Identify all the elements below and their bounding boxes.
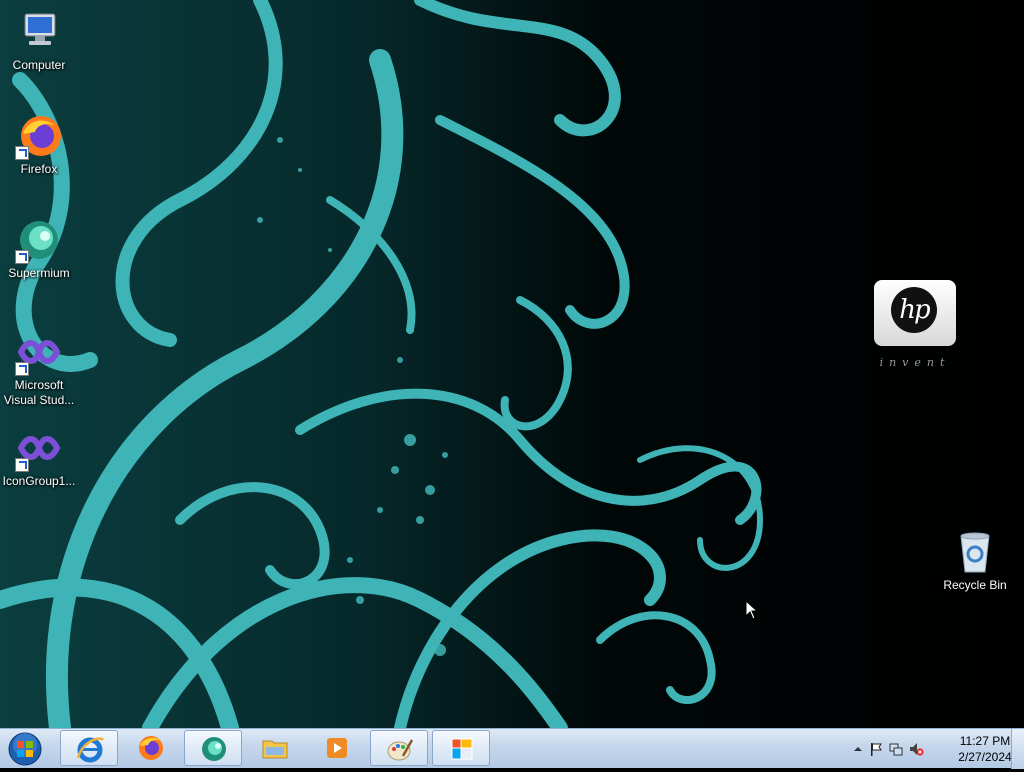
desktop-icon-label-line2: Visual Stud...	[3, 393, 75, 407]
desktop-icon-label: Recycle Bin	[943, 578, 1007, 592]
computer-icon	[15, 8, 63, 56]
supermium-icon	[15, 216, 63, 264]
desktop-icon-firefox[interactable]: Firefox	[1, 112, 77, 177]
desktop-icon-label: Firefox	[20, 162, 58, 176]
folder-icon	[262, 740, 288, 759]
shortcut-arrow-icon	[15, 146, 29, 160]
start-button[interactable]	[4, 731, 46, 767]
paint-icon	[387, 739, 414, 761]
visual-studio-icon	[15, 424, 63, 472]
desktop-icon-label: IconGroup1...	[2, 474, 76, 488]
media-player-icon	[327, 738, 347, 758]
windows-start-orb-icon	[8, 732, 42, 766]
desktop-icon-label-line1: Microsoft	[14, 378, 64, 392]
firefox-icon	[139, 736, 163, 760]
system-tray: 11:27 PM 2/27/2024	[834, 729, 1024, 769]
desktop-icon-icongroup[interactable]: IconGroup1...	[1, 424, 77, 489]
network-icon[interactable]	[888, 741, 904, 757]
shortcut-arrow-icon	[15, 458, 29, 472]
visual-studio-icon	[15, 328, 63, 376]
control-panel-icon	[451, 738, 473, 760]
taskbar-file-explorer[interactable]	[246, 730, 304, 766]
desktop-icon-supermium[interactable]: Supermium	[1, 216, 77, 281]
desktop-icon-recycle-bin[interactable]: Recycle Bin	[937, 528, 1013, 593]
desktop-icon-label: Supermium	[8, 266, 70, 280]
hp-invent-logo: hp invent	[872, 280, 958, 369]
shortcut-arrow-icon	[15, 362, 29, 376]
shortcut-arrow-icon	[15, 250, 29, 264]
taskbar-media-player[interactable]	[308, 730, 366, 766]
internet-explorer-icon	[76, 737, 105, 763]
taskbar-firefox[interactable]	[122, 730, 180, 766]
taskbar-internet-explorer[interactable]	[60, 730, 118, 766]
taskbar-control-panel[interactable]	[432, 730, 490, 766]
clock-date: 2/27/2024	[958, 750, 1012, 764]
clock-time: 11:27 PM	[959, 734, 1011, 748]
show-hidden-icons-arrow[interactable]	[850, 741, 866, 757]
taskbar-clock[interactable]: 11:27 PM 2/27/2024	[952, 733, 1018, 765]
firefox-icon	[15, 112, 63, 160]
desktop-wallpaper	[0, 0, 1024, 728]
taskbar-paint[interactable]	[370, 730, 428, 766]
desktop-icon-label: Computer	[12, 58, 66, 72]
taskbar-supermium[interactable]	[184, 730, 242, 766]
hp-logo-tagline: invent	[879, 356, 951, 369]
desktop-icon-computer[interactable]: Computer	[1, 8, 77, 73]
volume-muted-icon[interactable]	[908, 741, 924, 757]
mouse-cursor-icon	[745, 600, 759, 620]
desktop-icon-visual-studio[interactable]: Microsoft Visual Stud...	[1, 328, 77, 408]
action-center-flag-icon[interactable]	[868, 741, 884, 757]
recycle-bin-icon	[951, 528, 999, 576]
show-desktop-button[interactable]	[1011, 729, 1024, 769]
supermium-icon	[202, 737, 226, 761]
taskbar: 11:27 PM 2/27/2024	[0, 728, 1024, 769]
hp-logo-mark: hp	[891, 287, 937, 333]
